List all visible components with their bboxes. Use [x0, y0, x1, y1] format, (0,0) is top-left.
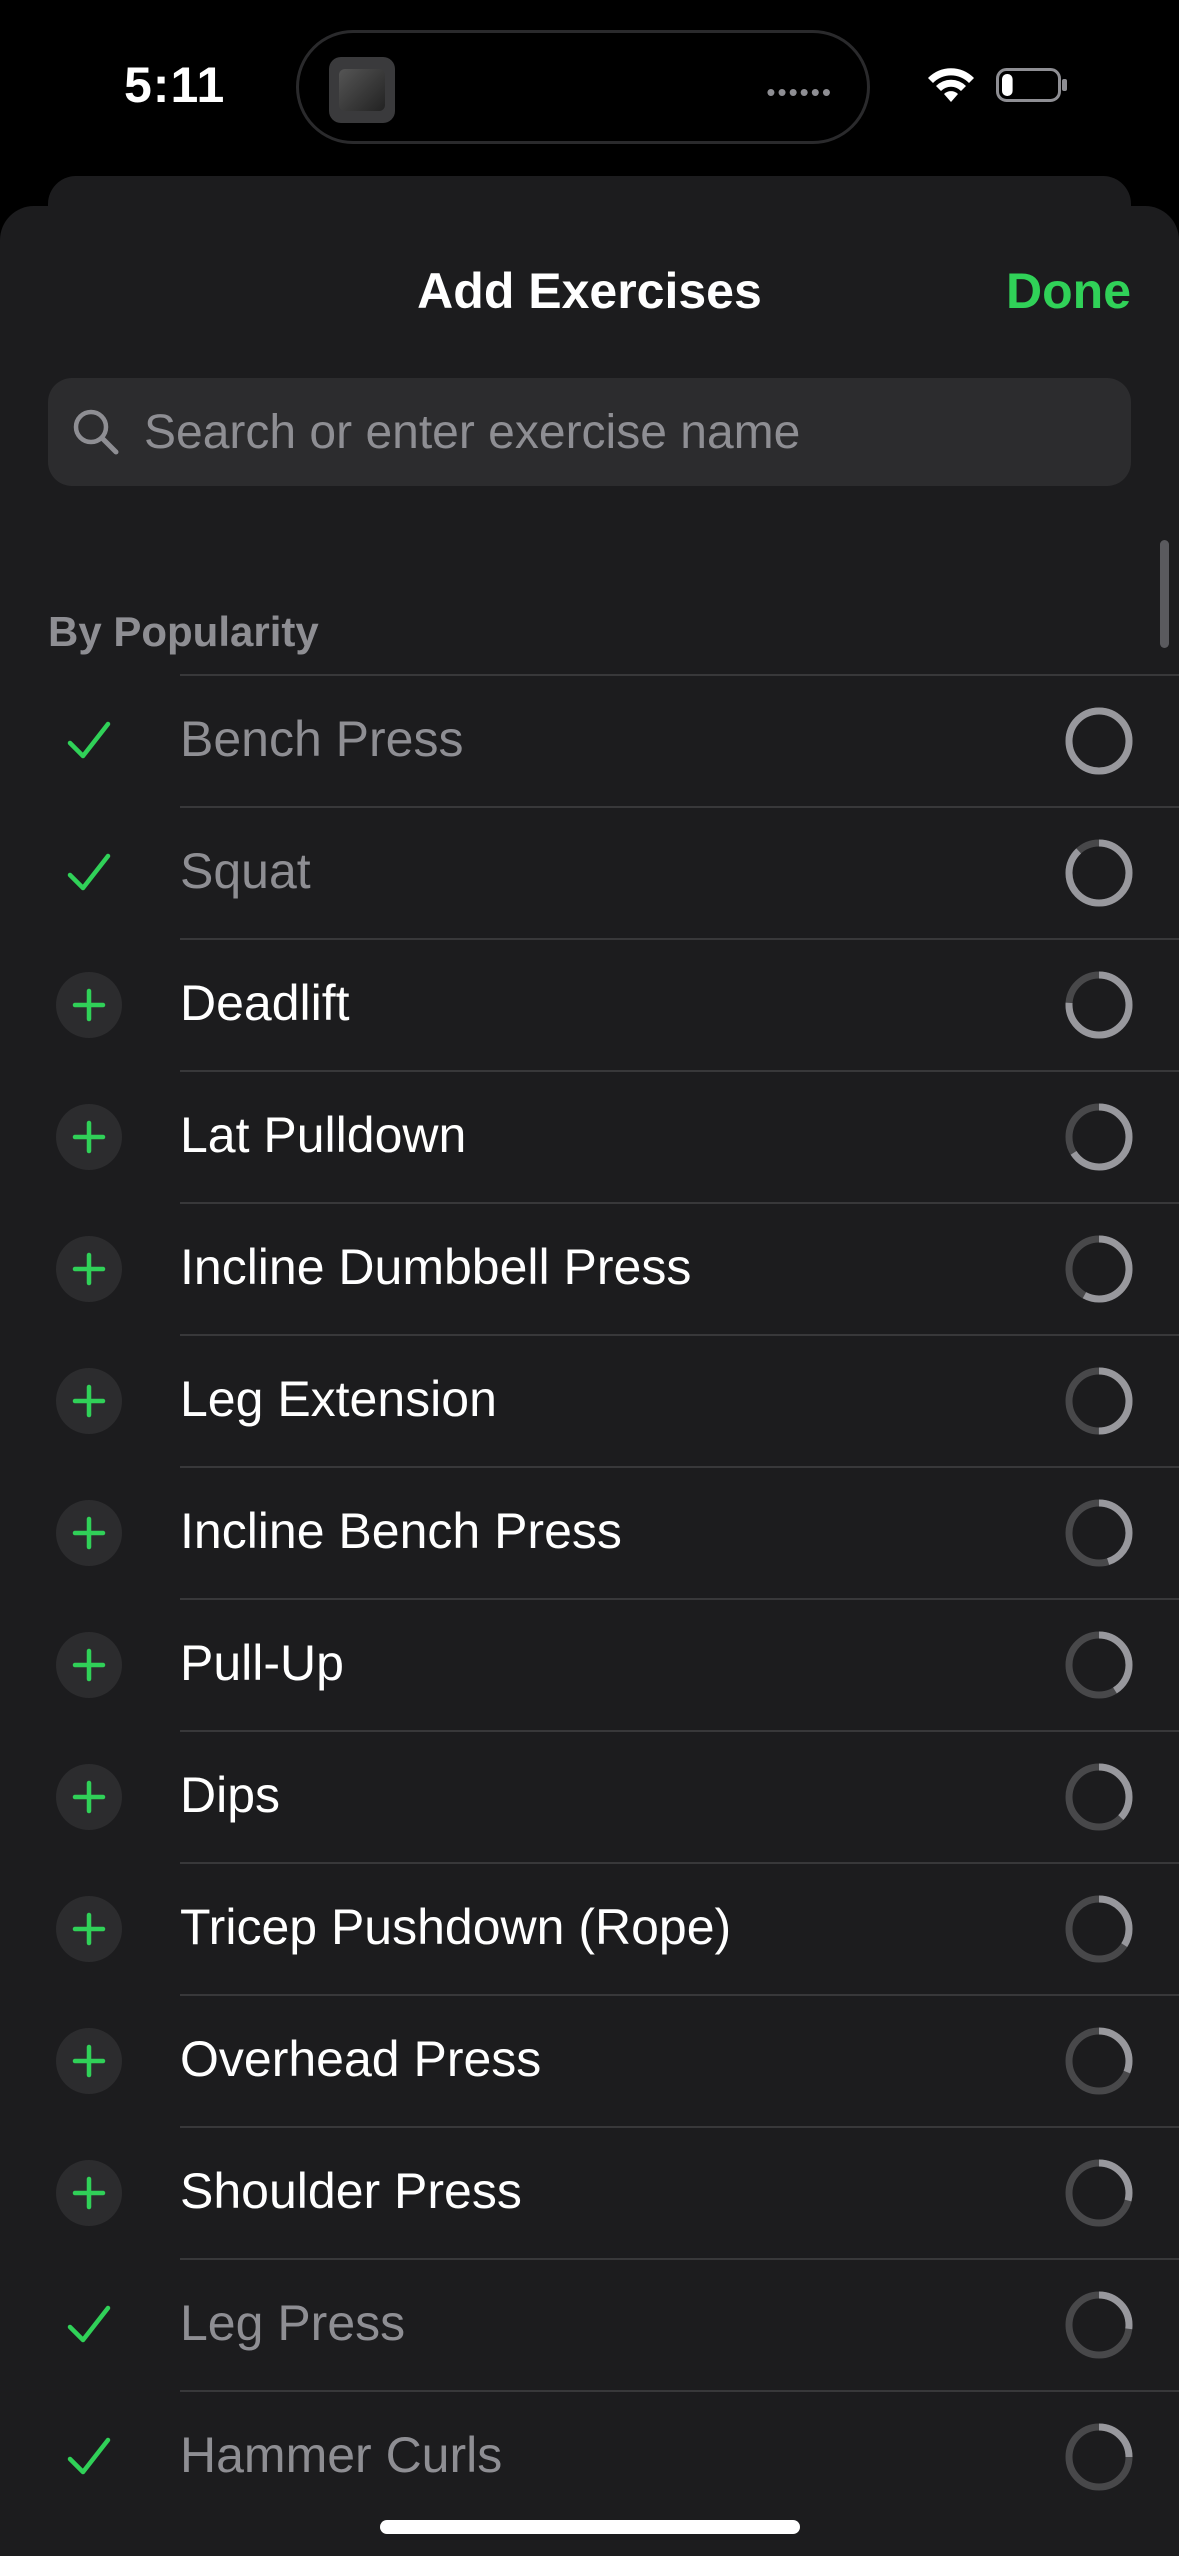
plus-icon [72, 2176, 106, 2210]
plus-icon [72, 988, 106, 1022]
search-icon [73, 409, 119, 455]
battery-icon [996, 68, 1067, 102]
status-time: 5:11 [124, 57, 226, 113]
status-bar: 5:11 •••••• [0, 0, 1179, 170]
exercise-name: Shoulder Press [180, 2163, 522, 2219]
exercise-name: Overhead Press [180, 2031, 542, 2087]
exercise-row[interactable]: Hammer Curls [0, 2390, 1179, 2522]
home-indicator[interactable] [380, 2520, 800, 2534]
popularity-ring-icon [1062, 704, 1136, 778]
add-exercise-button[interactable] [56, 1368, 122, 1434]
add-exercise-button[interactable] [56, 1896, 122, 1962]
popularity-ring-icon [1062, 1760, 1136, 1834]
plus-icon [72, 1252, 106, 1286]
exercise-row[interactable]: Lat Pulldown [0, 1070, 1179, 1202]
exercise-row[interactable]: Squat [0, 806, 1179, 938]
exercise-row[interactable]: Incline Bench Press [0, 1466, 1179, 1598]
exercise-name: Lat Pulldown [180, 1107, 467, 1163]
plus-icon [72, 1912, 106, 1946]
exercise-row[interactable]: Deadlift [0, 938, 1179, 1070]
scroll-indicator[interactable] [1160, 540, 1169, 648]
now-playing-artwork-icon [329, 57, 395, 123]
popularity-ring-icon [1062, 2156, 1136, 2230]
exercise-name: Bench Press [180, 711, 464, 767]
exercise-name: Incline Bench Press [180, 1503, 622, 1559]
popularity-ring-icon [1062, 836, 1136, 910]
exercise-row[interactable]: Overhead Press [0, 1994, 1179, 2126]
search-bar[interactable] [48, 378, 1131, 486]
exercise-row[interactable]: Pull-Up [0, 1598, 1179, 1730]
exercise-name: Pull-Up [180, 1635, 344, 1691]
exercise-row[interactable]: Dips [0, 1730, 1179, 1862]
popularity-ring-icon [1062, 1496, 1136, 1570]
plus-icon [72, 1780, 106, 1814]
add-exercise-button[interactable] [56, 2028, 122, 2094]
wifi-icon [928, 68, 974, 102]
popularity-ring-icon [1062, 1628, 1136, 1702]
exercise-list: Bench Press Squat Deadlift Lat Pulldown Incl… [0, 674, 1179, 2522]
exercise-row[interactable]: Tricep Pushdown (Rope) [0, 1862, 1179, 1994]
add-exercise-button[interactable] [56, 972, 122, 1038]
exercise-row[interactable]: Shoulder Press [0, 2126, 1179, 2258]
exercise-row[interactable]: Leg Press [0, 2258, 1179, 2390]
popularity-ring-icon [1062, 2024, 1136, 2098]
sheet-title: Add Exercises [417, 263, 762, 319]
checkmark-icon[interactable] [56, 708, 122, 774]
plus-icon [72, 2044, 106, 2078]
popularity-ring-icon [1062, 2420, 1136, 2494]
dynamic-island[interactable]: •••••• [296, 30, 870, 144]
popularity-ring-icon [1062, 1892, 1136, 1966]
checkmark-icon[interactable] [56, 2292, 122, 2358]
search-input[interactable] [142, 403, 1131, 461]
plus-icon [72, 1384, 106, 1418]
add-exercise-button[interactable] [56, 1104, 122, 1170]
checkmark-icon[interactable] [56, 2424, 122, 2490]
add-exercise-button[interactable] [56, 1632, 122, 1698]
add-exercise-button[interactable] [56, 2160, 122, 2226]
exercise-name: Deadlift [180, 975, 350, 1031]
exercise-name: Hammer Curls [180, 2427, 503, 2483]
plus-icon [72, 1516, 106, 1550]
popularity-ring-icon [1062, 1100, 1136, 1174]
popularity-ring-icon [1062, 968, 1136, 1042]
exercise-name: Tricep Pushdown (Rope) [180, 1899, 732, 1955]
add-exercise-button[interactable] [56, 1500, 122, 1566]
exercise-name: Leg Press [180, 2295, 406, 2351]
exercise-row[interactable]: Leg Extension [0, 1334, 1179, 1466]
exercise-name: Leg Extension [180, 1371, 497, 1427]
checkmark-icon[interactable] [56, 840, 122, 906]
add-exercises-sheet: Add Exercises Done By Popularity Bench P… [0, 206, 1179, 2556]
plus-icon [72, 1120, 106, 1154]
popularity-ring-icon [1062, 1232, 1136, 1306]
exercise-row[interactable]: Bench Press [0, 674, 1179, 806]
exercise-name: Squat [180, 843, 311, 899]
popularity-ring-icon [1062, 1364, 1136, 1438]
exercise-name: Dips [180, 1767, 281, 1823]
add-exercise-button[interactable] [56, 1236, 122, 1302]
audio-waveform-icon: •••••• [766, 77, 833, 107]
add-exercise-button[interactable] [56, 1764, 122, 1830]
plus-icon [72, 1648, 106, 1682]
exercise-row[interactable]: Incline Dumbbell Press [0, 1202, 1179, 1334]
section-header: By Popularity [48, 608, 319, 655]
popularity-ring-icon [1062, 2288, 1136, 2362]
done-button[interactable]: Done [1006, 262, 1131, 320]
exercise-name: Incline Dumbbell Press [180, 1239, 692, 1295]
